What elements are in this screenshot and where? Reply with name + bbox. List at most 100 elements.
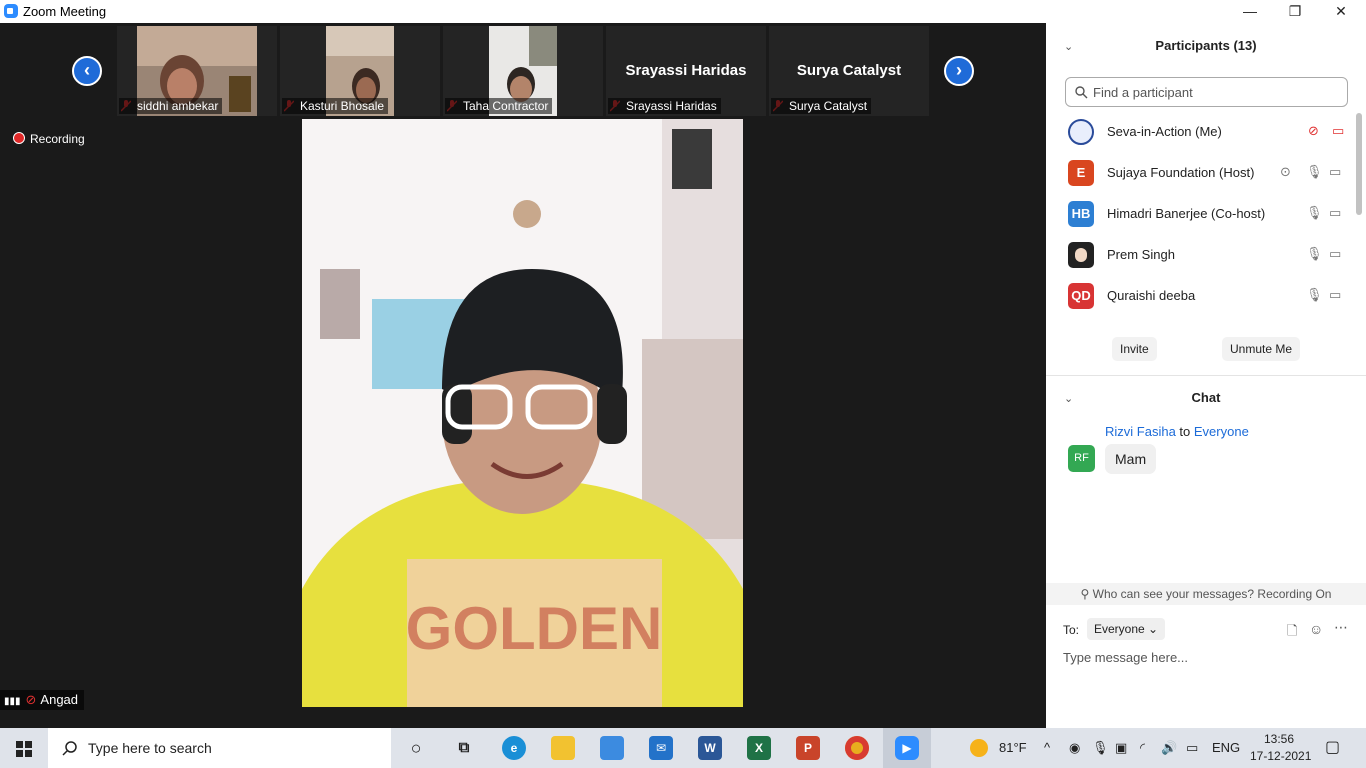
battery-icon[interactable]: ▭ [1186,740,1198,756]
video-icon[interactable]: ▭ [1329,164,1341,180]
message-sender[interactable]: Rizvi Fasiha [1105,424,1176,439]
title-bar: Zoom Meeting — ❐ ✕ [0,0,1366,23]
chat-title: Chat [1191,390,1221,405]
recipient-select[interactable]: Everyone ⌄ [1087,618,1166,640]
taskbar-search-box[interactable]: Type here to search [48,728,391,768]
participant-search-input[interactable]: Find a participant [1065,77,1348,107]
mic-icon[interactable]: 🎙 [1306,287,1323,303]
show-hidden-icons-icon[interactable]: ^ [1044,740,1050,755]
task-view-icon[interactable]: ⧉ [452,736,476,760]
input-language[interactable]: ENG [1212,740,1240,755]
wifi-icon[interactable]: ◜ [1140,740,1145,756]
message-visibility-notice[interactable]: ⚲ Who can see your messages? Recording O… [1046,583,1366,605]
participant-row[interactable]: E Sujaya Foundation (Host) ⊙ 🎙 ▭ [1046,152,1356,192]
message-recipient[interactable]: Everyone [1194,424,1249,439]
more-options-icon[interactable]: ⋯ [1334,619,1348,636]
microphone-icon[interactable]: 🎙 [1092,740,1109,756]
participant-thumbnail[interactable]: siddhi ambekar [117,26,277,116]
participant-name: Seva-in-Action (Me) [1107,124,1222,139]
minimize-button[interactable]: — [1227,0,1273,23]
zoom-icon: ▶ [895,736,919,760]
windows-start-icon[interactable] [16,741,32,757]
avatar: E [1068,160,1094,186]
edge-icon[interactable]: e [502,736,526,760]
camera-icon[interactable]: ◉ [1069,740,1080,756]
file-icon[interactable]: 🗋 [1287,622,1297,644]
participant-row[interactable]: HB Himadri Banerjee (Co-host) 🎙 ▭ [1046,193,1356,233]
recipient-value: Everyone [1094,622,1145,636]
search-icon [1075,86,1088,99]
chevron-down-icon: ⌄ [1148,622,1159,636]
next-page-button[interactable]: › [944,56,974,86]
mic-icon[interactable]: 🎙 [1306,246,1323,262]
mic-icon[interactable]: 🎙 [1306,164,1323,180]
participants-scrollbar[interactable] [1356,113,1362,215]
taskbar-search-text: Type here to search [88,740,212,756]
video-icon[interactable]: ▭ [1329,246,1341,262]
window-title: Zoom Meeting [23,4,107,19]
powerpoint-icon[interactable]: P [796,736,820,760]
visibility-text: Who can see your messages? Recording On [1092,587,1332,601]
search-icon [62,741,77,756]
participant-name: siddhi ambekar [119,98,223,114]
participant-name: Quraishi deeba [1107,288,1196,303]
word-icon[interactable]: W [698,736,722,760]
mic-icon[interactable]: 🎙 [1306,205,1323,221]
participants-title: Participants (13) [1155,38,1257,53]
participant-name: Taha Contractor [445,98,553,114]
message-bubble: Mam [1105,444,1157,474]
participant-name: Prem Singh [1107,247,1175,262]
side-panel: ⌄ Participants (13) Find a participant S… [1046,23,1366,728]
meet-now-icon[interactable]: ▣ [1115,740,1127,756]
message-to-word: to [1179,424,1191,439]
invite-button[interactable]: Invite [1112,337,1157,361]
recording-label: Recording [30,132,85,146]
avatar [1068,119,1094,145]
participant-thumbnail[interactable]: Kasturi Bhosale [280,26,440,116]
weather-temperature[interactable]: 81°F [999,740,1027,755]
store-icon[interactable] [600,736,624,760]
video-icon[interactable]: ▭ [1329,205,1341,221]
chat-message-input[interactable]: Type message here... [1063,650,1188,665]
participant-row[interactable]: Prem Singh 🎙 ▭ [1046,234,1356,274]
volume-icon[interactable]: 🔊 [1161,740,1177,756]
recording-indicator[interactable]: Recording [13,132,85,146]
record-icon [13,132,25,144]
video-off-icon[interactable]: ▭ [1332,123,1344,139]
prev-page-button[interactable]: ‹ [72,56,102,86]
participant-thumbnail[interactable]: Surya Catalyst Surya Catalyst [769,26,929,116]
excel-icon[interactable]: X [747,736,771,760]
sender-avatar: RF [1068,445,1095,472]
active-speaker-video: GOLDEN [302,119,743,707]
participant-row[interactable]: Seva-in-Action (Me) ⊘ ▭ [1046,111,1356,151]
zoom-logo-icon [4,4,18,18]
close-button[interactable]: ✕ [1318,0,1364,23]
cortana-icon[interactable]: ○ [404,736,428,760]
video-icon[interactable]: ▭ [1329,287,1341,303]
maximize-button[interactable]: ❐ [1272,0,1318,23]
video-feed: GOLDEN [302,119,743,707]
participant-name: Himadri Banerjee (Co-host) [1107,206,1266,221]
participant-row[interactable]: QD Quraishi deeba 🎙 ▭ [1046,275,1356,315]
participant-name-placeholder: Srayassi Haridas [625,62,747,79]
weather-sun-icon[interactable] [970,739,988,757]
avatar: QD [1068,283,1094,309]
clock-time[interactable]: 13:56 [1264,732,1294,746]
participant-name: Kasturi Bhosale [282,98,389,114]
mail-icon[interactable]: ✉ [649,736,673,760]
emoji-icon[interactable]: ☺ [1309,621,1323,637]
taskbar: Type here to search ○ ⧉ e ✉ W X P ▶ 81°F… [0,728,1366,768]
file-explorer-icon[interactable] [551,736,575,760]
zoom-taskbar-active[interactable]: ▶ [883,728,931,768]
chrome-icon[interactable] [845,736,869,760]
participant-thumbnail[interactable]: Taha Contractor [443,26,603,116]
search-placeholder: Find a participant [1093,85,1193,100]
mic-muted-icon[interactable]: ⊘ [1308,123,1319,139]
participant-thumbnail[interactable]: Srayassi Haridas Srayassi Haridas [606,26,766,116]
clock-date[interactable]: 17-12-2021 [1250,749,1311,763]
unmute-me-button[interactable]: Unmute Me [1222,337,1301,361]
participant-name: Surya Catalyst [771,98,872,114]
divider [1046,375,1366,376]
speaker-name: Angad [40,692,79,707]
notifications-icon[interactable]: ▢ [1325,737,1340,757]
